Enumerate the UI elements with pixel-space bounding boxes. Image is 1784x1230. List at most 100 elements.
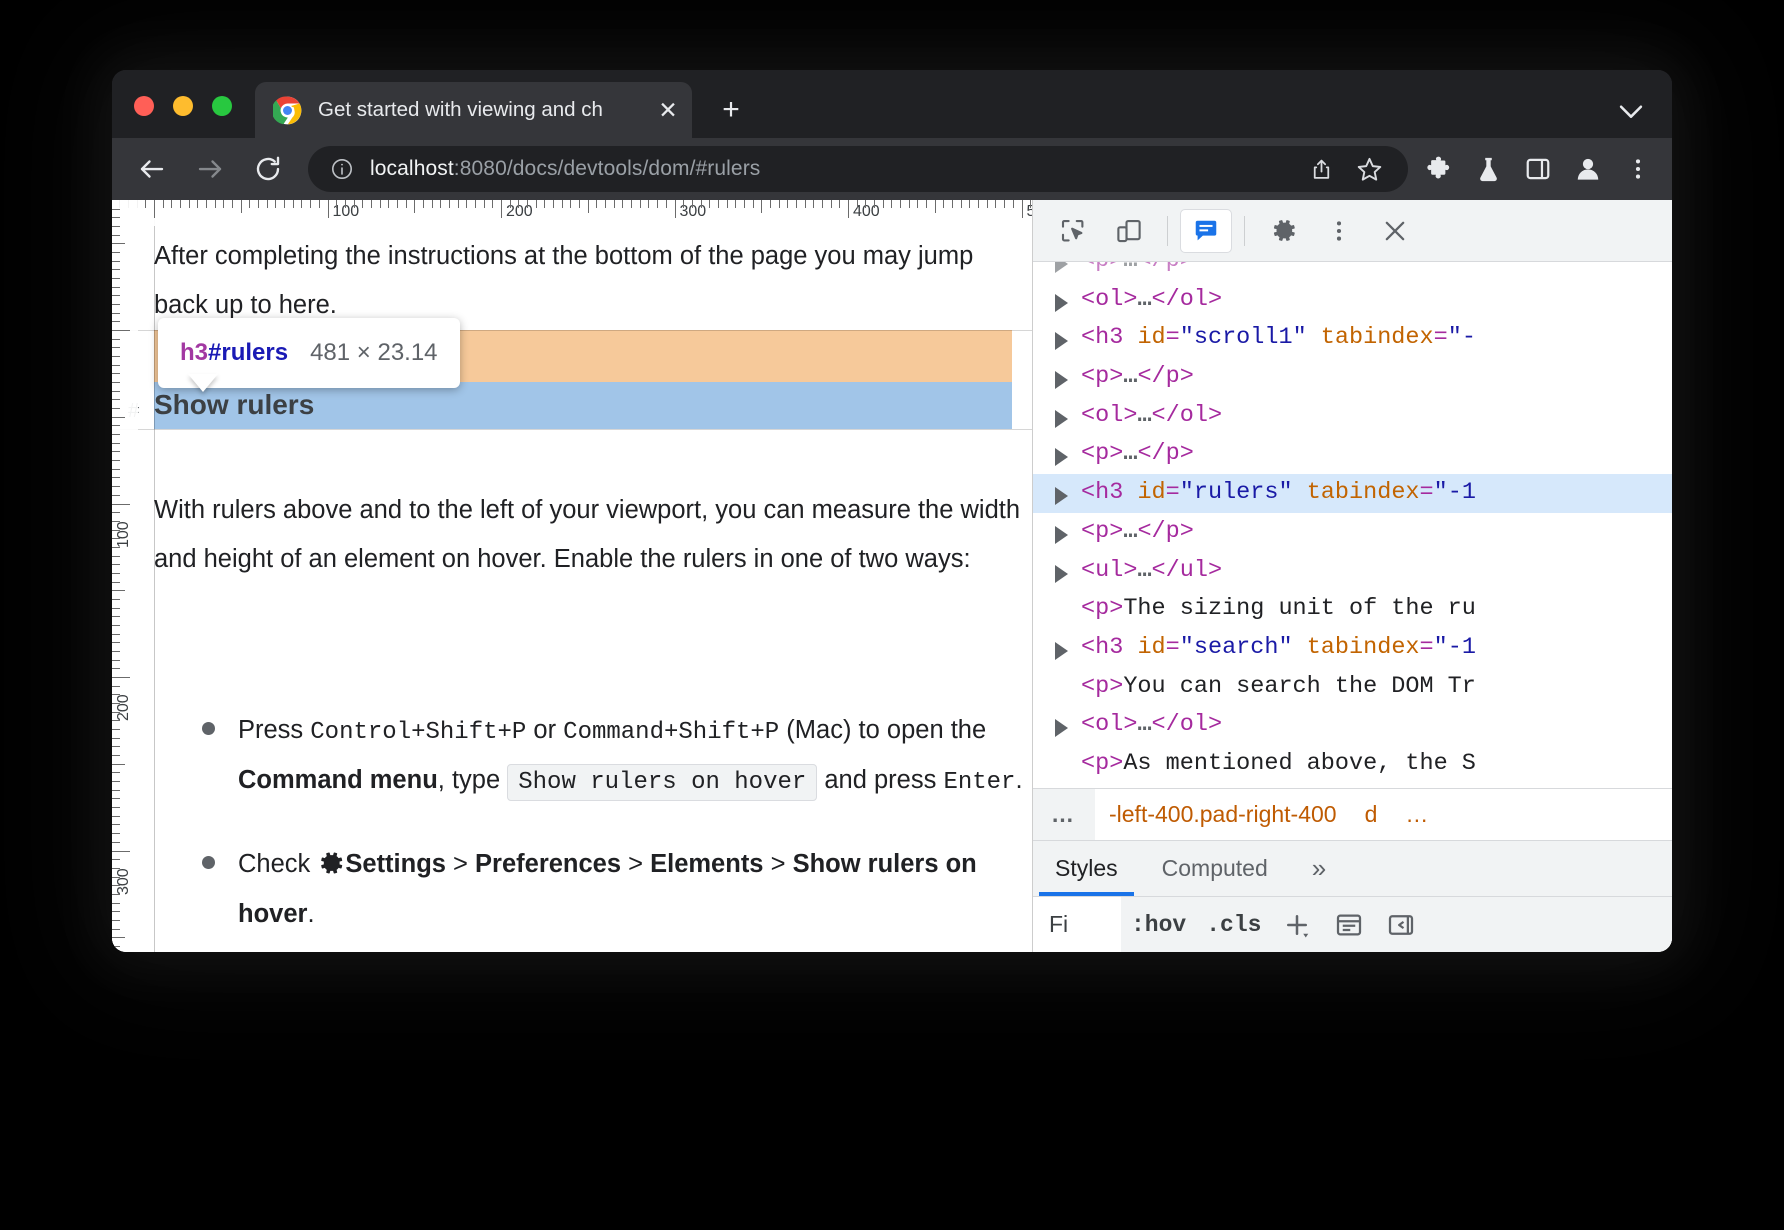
- profile-avatar-icon[interactable]: [1564, 145, 1612, 193]
- tab-computed[interactable]: Computed: [1140, 841, 1290, 896]
- back-button[interactable]: [128, 145, 176, 193]
- ruler-tick: [718, 200, 719, 208]
- dom-tree-row[interactable]: <p>The sizing unit of the ru: [1033, 590, 1672, 629]
- expand-triangle-icon[interactable]: [1055, 262, 1068, 273]
- tab-styles[interactable]: Styles: [1033, 841, 1140, 896]
- dom-node-markup: <h3 id="search" tabindex="-1: [1055, 629, 1476, 668]
- ruler-tick: [779, 200, 780, 208]
- ruler-tick: [180, 200, 181, 208]
- tab-[interactable]: »: [1290, 841, 1348, 896]
- expand-triangle-icon[interactable]: [1055, 371, 1068, 389]
- dom-tree[interactable]: <p>…</p><ol>…</ol><h3 id="scroll1" tabin…: [1033, 262, 1672, 788]
- close-devtools-icon[interactable]: [1369, 209, 1421, 253]
- ruler-tick: [466, 200, 467, 208]
- breadcrumb-item[interactable]: d: [1351, 801, 1392, 828]
- new-style-rule-icon[interactable]: [1271, 903, 1323, 947]
- ruler-tick: [371, 200, 372, 208]
- hover-state-toggle[interactable]: :hov: [1121, 912, 1196, 938]
- device-toolbar-icon[interactable]: [1103, 209, 1155, 253]
- dom-tree-row[interactable]: <ul>…</ul>: [1033, 552, 1672, 591]
- dom-tree-row[interactable]: <h3 id="edit" tabindex="-1": [1033, 784, 1672, 788]
- address-bar[interactable]: localhost:8080/docs/devtools/dom/#rulers: [308, 146, 1408, 192]
- side-panel-icon[interactable]: [1514, 145, 1562, 193]
- minimize-window-button[interactable]: [173, 96, 193, 116]
- toggle-sidebar-icon[interactable]: [1375, 903, 1427, 947]
- ruler-tick: [813, 200, 814, 208]
- ruler-tick: [570, 200, 571, 208]
- dom-tree-row-selected[interactable]: <h3 id="rulers" tabindex="-1: [1033, 474, 1672, 513]
- dom-node-markup: <ol>…</ol>: [1055, 281, 1222, 320]
- chrome-menu-icon[interactable]: [1614, 145, 1662, 193]
- ruler-tick: [112, 833, 120, 834]
- dom-tree-row[interactable]: <p>As mentioned above, the S: [1033, 745, 1672, 784]
- expand-triangle-icon[interactable]: [1055, 294, 1068, 312]
- chevron-down-icon[interactable]: [1614, 94, 1648, 128]
- bookmark-star-icon[interactable]: [1348, 148, 1390, 190]
- expand-triangle-icon[interactable]: [1055, 332, 1068, 350]
- dom-tree-row[interactable]: <ol>…</ol>: [1033, 281, 1672, 320]
- expand-triangle-icon[interactable]: [1055, 448, 1068, 466]
- breadcrumb[interactable]: …-left-400.pad-right-400d…: [1033, 788, 1672, 840]
- ruler-tick: [440, 200, 441, 208]
- share-icon[interactable]: [1300, 148, 1342, 190]
- forward-button[interactable]: [186, 145, 234, 193]
- omnibox-actions: [1300, 148, 1390, 190]
- dom-tree-row[interactable]: <p>…</p>: [1033, 513, 1672, 552]
- site-info-icon[interactable]: [330, 157, 354, 181]
- ruler-tick: [935, 200, 936, 213]
- dom-node-markup: <p>You can search the DOM Tr: [1055, 668, 1476, 707]
- ruler-tick: [197, 200, 198, 208]
- settings-gear-icon: [317, 845, 345, 873]
- expand-triangle-icon[interactable]: [1055, 642, 1068, 660]
- settings-gear-icon[interactable]: [1257, 209, 1309, 253]
- inspect-element-icon[interactable]: [1047, 209, 1099, 253]
- ruler-tick: [1013, 200, 1014, 208]
- extensions-puzzle-icon[interactable]: [1414, 145, 1462, 193]
- ruler-tick: [275, 200, 276, 208]
- ruler-tick: [492, 200, 493, 208]
- dom-tree-row[interactable]: <p>You can search the DOM Tr: [1033, 668, 1672, 707]
- browser-tab[interactable]: Get started with viewing and ch ✕: [255, 82, 692, 138]
- dom-tree-row[interactable]: <h3 id="scroll1" tabindex="-: [1033, 319, 1672, 358]
- ruler-tick: [145, 200, 146, 208]
- expand-triangle-icon[interactable]: [1055, 719, 1068, 737]
- issues-message-icon[interactable]: [1180, 209, 1232, 253]
- ruler-tick: [848, 200, 849, 218]
- ruler-tick: [112, 781, 120, 782]
- ruler-tick: [112, 547, 120, 548]
- expand-triangle-icon[interactable]: [1055, 487, 1068, 505]
- url-text: localhost:8080/docs/devtools/dom/#rulers: [370, 157, 760, 181]
- dom-tree-row[interactable]: <ol>…</ol>: [1033, 706, 1672, 745]
- reload-button[interactable]: [244, 145, 292, 193]
- more-options-icon[interactable]: [1313, 209, 1365, 253]
- close-window-button[interactable]: [134, 96, 154, 116]
- dom-tree-row[interactable]: <p>…</p>: [1033, 358, 1672, 397]
- computed-sidebar-icon[interactable]: [1323, 903, 1375, 947]
- breadcrumb-item[interactable]: …: [1391, 801, 1442, 828]
- ruler-tick: [112, 599, 120, 600]
- close-tab-button[interactable]: ✕: [654, 96, 682, 124]
- dom-tree-row[interactable]: <p>…</p>: [1033, 262, 1672, 281]
- styles-filter-input[interactable]: [1033, 897, 1121, 952]
- ruler-tick: [112, 295, 120, 296]
- ruler-tick: [874, 200, 875, 208]
- new-tab-button[interactable]: +: [712, 92, 750, 130]
- breadcrumb-overflow-button[interactable]: …: [1033, 789, 1095, 840]
- breadcrumb-item[interactable]: -left-400.pad-right-400: [1095, 801, 1351, 828]
- dom-tree-row[interactable]: <h3 id="search" tabindex="-1: [1033, 629, 1672, 668]
- dom-node-markup: <p>…</p>: [1055, 513, 1194, 552]
- expand-triangle-icon[interactable]: [1055, 526, 1068, 544]
- dom-tree-row[interactable]: <ol>…</ol>: [1033, 397, 1672, 436]
- class-toggle[interactable]: .cls: [1196, 912, 1271, 938]
- dom-tree-row[interactable]: <p>…</p>: [1033, 435, 1672, 474]
- expand-triangle-icon[interactable]: [1055, 565, 1068, 583]
- ruler-tick: [112, 330, 130, 331]
- ruler-vertical: 100200300: [112, 200, 138, 952]
- labs-flask-icon[interactable]: [1464, 145, 1512, 193]
- ruler-tick: [727, 200, 728, 208]
- ruler-tick: [770, 200, 771, 208]
- ruler-tick: [112, 720, 120, 721]
- maximize-window-button[interactable]: [212, 96, 232, 116]
- expand-triangle-icon[interactable]: [1055, 410, 1068, 428]
- ruler-tick: [388, 200, 389, 208]
